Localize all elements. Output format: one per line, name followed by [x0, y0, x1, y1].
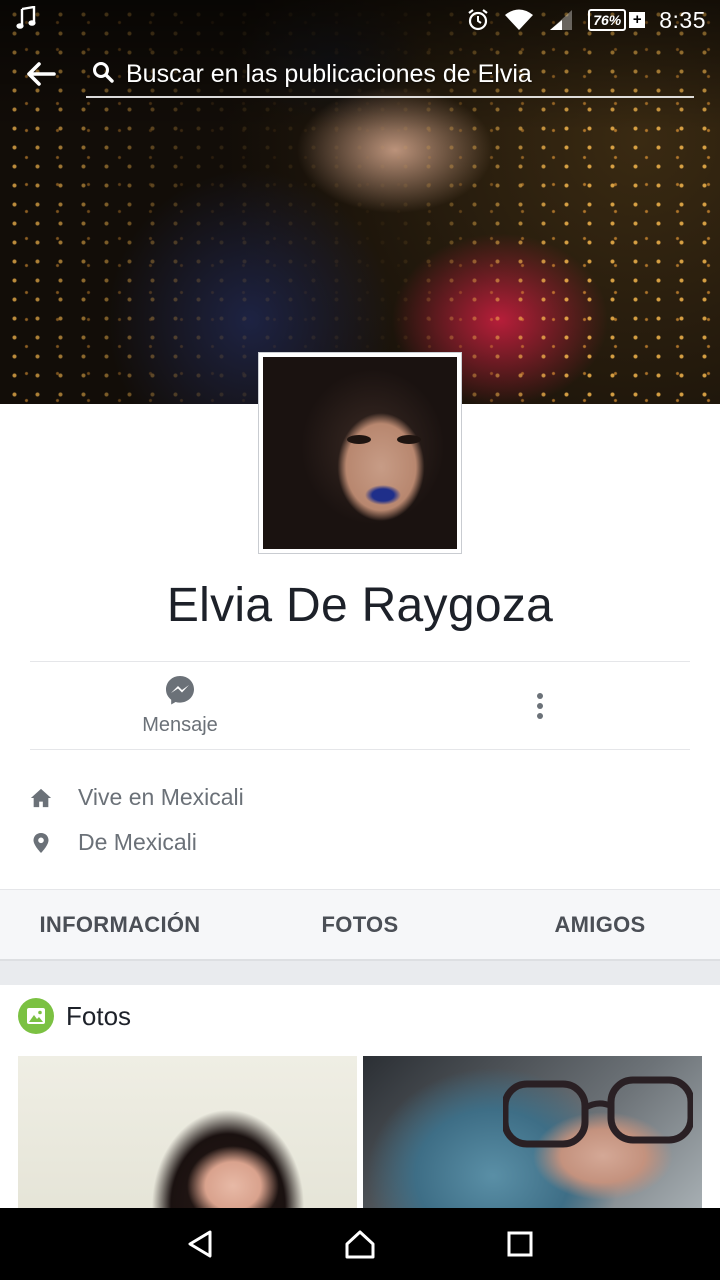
intro-from-text: De Mexicali [78, 829, 197, 855]
tab-amigos[interactable]: AMIGOS [480, 890, 720, 959]
status-bar-left [16, 5, 36, 35]
photos-header[interactable]: Fotos [18, 998, 131, 1034]
message-label: Mensaje [142, 714, 218, 736]
recents-square-icon [507, 1231, 533, 1257]
search-input[interactable]: Buscar en las publicaciones de Elvia [86, 52, 694, 98]
nav-home-button[interactable] [330, 1214, 390, 1274]
home-outline-icon [345, 1230, 375, 1259]
clock: 8:35 [659, 6, 706, 33]
intro-lives-in: Vive en Mexicali [30, 784, 244, 811]
profile-tabs: INFORMACIÓN FOTOS AMIGOS [0, 889, 720, 961]
status-bar-right: 76% + 8:35 [466, 7, 706, 34]
music-note-icon [16, 5, 36, 35]
tab-informacion[interactable]: INFORMACIÓN [0, 890, 240, 959]
tab-fotos[interactable]: FOTOS [240, 890, 480, 959]
action-bar: Mensaje [30, 661, 690, 750]
back-button[interactable] [24, 58, 58, 90]
alarm-icon [466, 8, 490, 32]
messenger-icon [166, 676, 194, 705]
wifi-icon [504, 8, 534, 32]
search-icon [92, 61, 114, 88]
glasses-shape [503, 1076, 693, 1148]
profile-picture-image [263, 357, 457, 549]
back-triangle-icon [188, 1230, 212, 1258]
intro-lives-in-text: Vive en Mexicali [78, 784, 244, 810]
signal-icon [548, 8, 574, 32]
photo-thumbnail[interactable] [363, 1056, 702, 1216]
battery-indicator: 76% + [588, 9, 646, 31]
more-vertical-icon [537, 693, 543, 719]
search-placeholder: Buscar en las publicaciones de Elvia [126, 59, 532, 88]
intro-from: De Mexicali [30, 829, 197, 856]
photo-icon [18, 998, 54, 1034]
location-pin-icon [30, 832, 52, 854]
nav-back-button[interactable] [170, 1214, 230, 1274]
status-bar: 76% + 8:35 [0, 0, 720, 40]
battery-level: 76% [588, 9, 627, 31]
home-icon [30, 787, 52, 809]
battery-plus-icon: + [629, 12, 646, 28]
profile-picture[interactable] [258, 352, 462, 554]
message-button[interactable]: Mensaje [120, 674, 240, 740]
photos-title: Fotos [66, 1000, 132, 1031]
section-divider [0, 961, 720, 985]
back-arrow-icon [27, 62, 56, 86]
system-nav-bar [0, 1208, 720, 1280]
more-options-button[interactable] [526, 688, 554, 724]
photo-thumbnail[interactable] [18, 1056, 357, 1216]
profile-name: Elvia De Raygoza [166, 579, 554, 632]
nav-recents-button[interactable] [490, 1214, 550, 1274]
